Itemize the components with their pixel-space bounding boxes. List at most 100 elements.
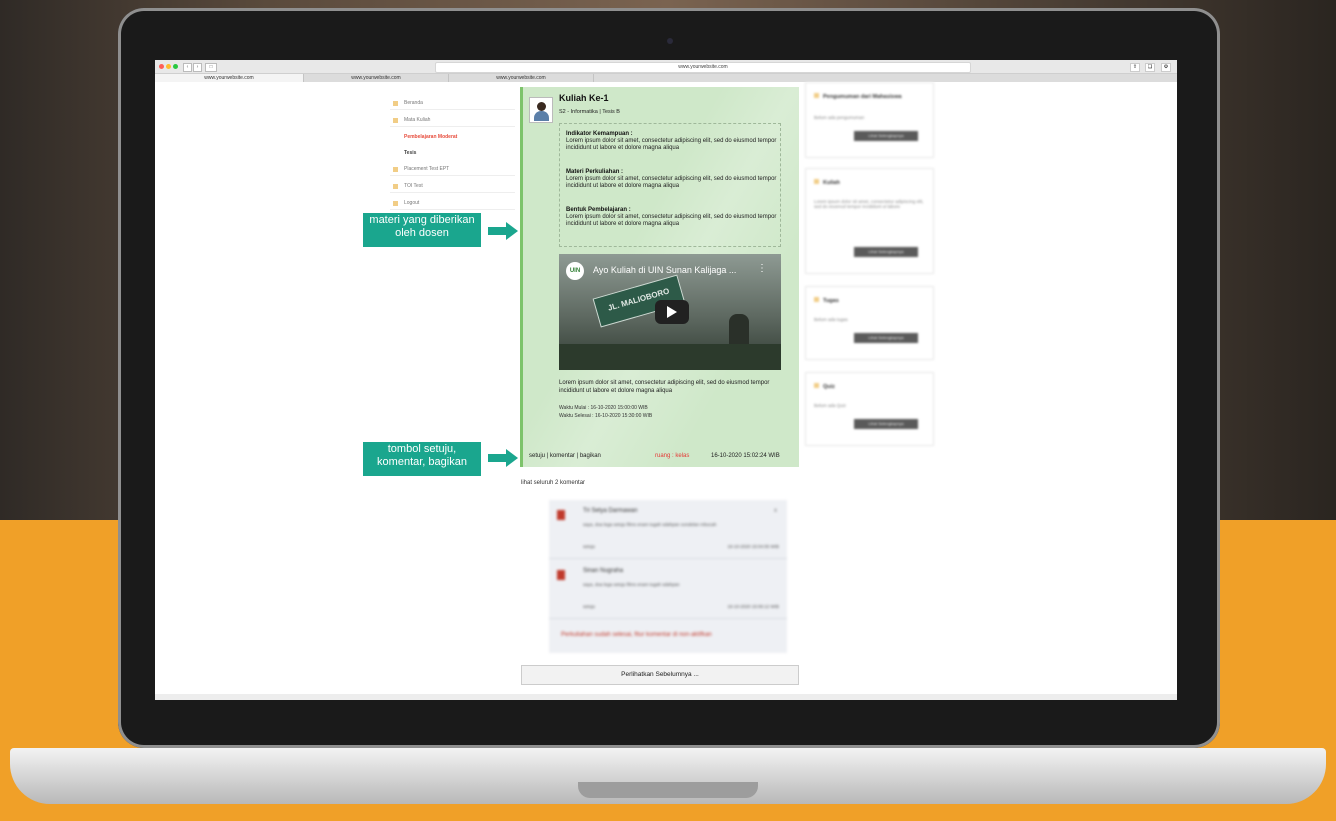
minimize-window-button[interactable] — [166, 64, 171, 69]
bagikan-button[interactable]: bagikan — [580, 453, 601, 459]
close-window-button[interactable] — [159, 64, 164, 69]
close-icon[interactable]: x — [774, 508, 777, 514]
more-vertical-icon[interactable]: ⋮ — [757, 263, 767, 274]
maximize-window-button[interactable] — [173, 64, 178, 69]
section-text: Lorem ipsum dolor sit amet, consectetur … — [566, 138, 777, 151]
widget-kuliah: Kuliah Lorem ipsum dolor sit amet, conse… — [805, 168, 934, 274]
sidebar-item-label: Logout — [404, 200, 420, 206]
video-player[interactable]: JL. MALIOBORO UIN Ayo Kuliah di UIN Suna… — [559, 254, 781, 370]
section-text: Lorem ipsum dolor sit amet, consectetur … — [566, 176, 777, 189]
menu-icon — [393, 101, 398, 106]
avatar-head — [537, 102, 546, 111]
end-time: Waktu Selesai : 16-10-2020 15:30:00 WIB — [559, 413, 653, 419]
widget-quiz: Quiz Belum ada Quiz Lihat Selengkapnya — [805, 372, 934, 446]
widget-text: Belum ada tugas — [814, 317, 848, 322]
widget-button[interactable]: Lihat Selengkapnya — [854, 333, 918, 343]
lecture-post-card: Kuliah Ke-1 S2 - Informatika | Tesis B I… — [520, 87, 799, 467]
widget-text: Lorem ipsum dolor sit amet, consectetur … — [814, 199, 924, 209]
view-all-comments-link[interactable]: lihat seluruh 2 komentar — [521, 480, 585, 486]
laptop-notch — [578, 782, 758, 798]
forward-icon[interactable]: › — [193, 63, 202, 72]
sidebar-item-beranda[interactable]: Beranda — [390, 98, 515, 110]
sidebar-item-mata-kuliah[interactable]: Mata Kuliah — [390, 115, 515, 127]
comment-setuju-link[interactable]: setuju — [583, 544, 595, 549]
comment-text: saya, doa lega setuju films enam tugah s… — [583, 522, 717, 527]
back-icon[interactable]: ‹ — [183, 63, 192, 72]
settings-icon[interactable]: ⚙ — [1161, 63, 1171, 72]
comment-author: Sinan Nugraha — [583, 568, 624, 574]
widget-title: Kuliah — [814, 179, 840, 186]
browser-tab-bar: www.yourwebsite.com www.yourwebsite.com … — [155, 74, 1177, 82]
url-bar[interactable]: www.yourwebsite.com — [435, 62, 971, 73]
show-previous-button[interactable]: Perlihatkan Sebelumnya ... — [521, 665, 799, 685]
browser-tab[interactable]: www.yourwebsite.com — [155, 74, 304, 82]
avatar[interactable] — [529, 97, 553, 123]
sidebar-item-label: Pembelajaran Moderat — [404, 134, 458, 140]
bentuk-section: Bentuk Pembelajaran : Lorem ipsum dolor … — [566, 206, 778, 228]
post-title: Kuliah Ke-1 — [559, 93, 609, 103]
avatar-body — [534, 111, 549, 121]
sidebar-item-toi-test[interactable]: TOI Test — [390, 181, 515, 193]
tabs-icon[interactable]: ❏ — [1145, 63, 1155, 72]
widget-title: Quiz — [814, 383, 835, 390]
setuju-button[interactable]: setuju — [529, 453, 545, 459]
widget-button[interactable]: Lihat Selengkapnya — [854, 131, 918, 141]
browser-toolbar: ‹ › □ www.yourwebsite.com ⇧ ❏ ⚙ — [155, 60, 1177, 74]
bell-icon — [814, 93, 819, 98]
post-description: Lorem ipsum dolor sit amet, consectetur … — [559, 380, 770, 394]
sidebar-item-label: Mata Kuliah — [404, 117, 431, 123]
widget-button[interactable]: Lihat Selengkapnya — [854, 247, 918, 257]
browser-tab[interactable]: www.yourwebsite.com — [304, 74, 449, 82]
callout-tombol: tombol setuju, komentar, bagikan — [363, 442, 481, 476]
comment-author: Tri Setya Darmawan — [583, 508, 638, 514]
sidebar-item-logout[interactable]: Logout — [390, 198, 515, 210]
section-heading: Indikator Kemampuan : — [566, 131, 633, 137]
sidebar-toggle-icon[interactable]: □ — [205, 63, 217, 72]
widget-pengumuman: Pengumuman dari Mahasiswa Belum ada peng… — [805, 82, 934, 158]
section-text: Lorem ipsum dolor sit amet, consectetur … — [566, 214, 777, 227]
section-heading: Bentuk Pembelajaran : — [566, 207, 631, 213]
widget-title: Tugas — [814, 297, 839, 304]
room-label: ruang : kelas — [655, 453, 690, 459]
quiz-icon — [814, 383, 819, 388]
channel-logo-icon[interactable]: UIN — [566, 262, 584, 280]
widget-text: Belum ada pengumuman — [814, 115, 865, 120]
sidebar-item-label: Placement Test EPT — [404, 166, 450, 172]
arrow-right-icon — [488, 449, 518, 467]
start-time: Waktu Mulai : 16-10-2020 15:00:00 WIB — [559, 405, 648, 411]
video-title[interactable]: Ayo Kuliah di UIN Sunan Kalijaga ... — [593, 265, 736, 275]
sidebar-nav: Beranda Mata Kuliah Pembelajaran Moderat… — [390, 98, 515, 215]
browser-tab[interactable]: www.yourwebsite.com — [449, 74, 594, 82]
menu-icon — [393, 167, 398, 172]
comment-setuju-link[interactable]: setuju — [583, 604, 595, 609]
play-button[interactable] — [655, 300, 689, 324]
comment-item: Tri Setya Darmawan x saya, doa lega setu… — [549, 500, 787, 559]
arrow-right-icon — [488, 222, 518, 240]
materi-section: Materi Perkuliahan : Lorem ipsum dolor s… — [566, 168, 778, 190]
menu-icon — [393, 184, 398, 189]
sidebar-item-tesis[interactable]: Tesis — [390, 148, 515, 159]
menu-icon — [393, 118, 398, 123]
widget-tugas: Tugas Belum ada tugas Lihat Selengkapnya — [805, 286, 934, 360]
post-timestamp: 16-10-2020 15:02:24 WIB — [711, 453, 780, 459]
sidebar-item-pembelajaran[interactable]: Pembelajaran Moderat — [390, 132, 515, 143]
course-info-box: Indikator Kemampuan : Lorem ipsum dolor … — [559, 123, 781, 247]
comment-text: saya, doa lega setuju films enam tugah s… — [583, 582, 680, 587]
book-icon — [814, 179, 819, 184]
sidebar-item-label: Beranda — [404, 100, 423, 106]
widget-title-text: Tugas — [823, 298, 839, 304]
comment-time: 16-10-2020 15:06:12 WIB — [727, 604, 779, 609]
sidebar-item-placement-test[interactable]: Placement Test EPT — [390, 164, 515, 176]
komentar-button[interactable]: komentar — [550, 453, 575, 459]
comment-time: 16-10-2020 15:04:05 WIB — [727, 544, 779, 549]
laptop-screen: ‹ › □ www.yourwebsite.com ⇧ ❏ ⚙ www.your… — [155, 60, 1177, 700]
post-actions: setuju | komentar | bagikan — [529, 453, 601, 459]
indikator-section: Indikator Kemampuan : Lorem ipsum dolor … — [566, 130, 778, 152]
share-icon[interactable]: ⇧ — [1130, 63, 1140, 72]
widget-button[interactable]: Lihat Selengkapnya — [854, 419, 918, 429]
logout-icon — [393, 201, 398, 206]
widget-title-text: Pengumuman dari Mahasiswa — [823, 94, 902, 100]
callout-materi: materi yang diberikan oleh dosen — [363, 213, 481, 247]
post-subtitle: S2 - Informatika | Tesis B — [559, 109, 620, 115]
section-heading: Materi Perkuliahan : — [566, 169, 624, 175]
